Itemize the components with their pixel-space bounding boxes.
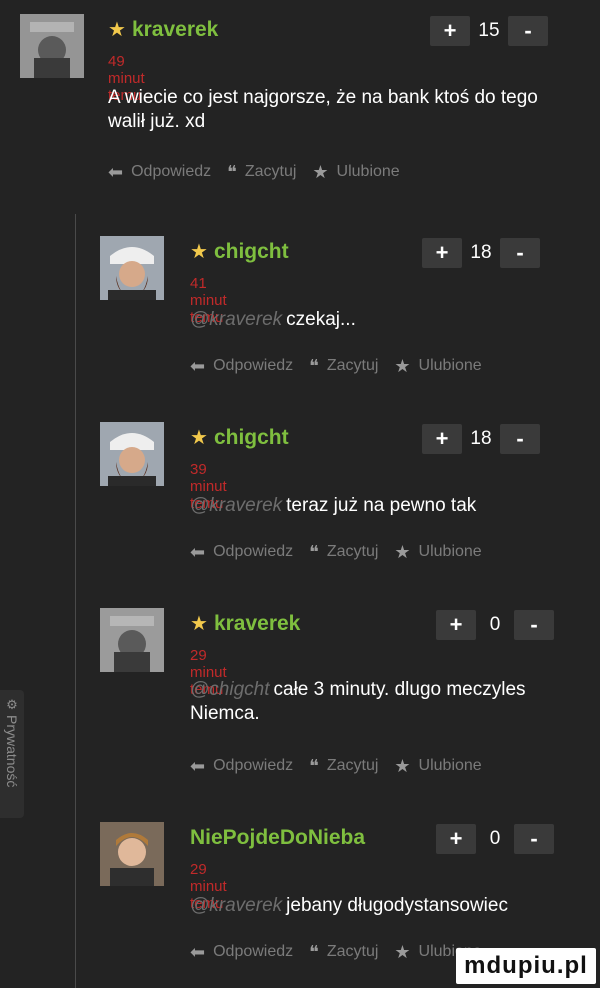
quote-button[interactable]: ❝ Zacytuj — [227, 163, 296, 181]
author-name[interactable]: kraverek — [214, 612, 300, 636]
comment-text: @kraverek jebany długodystansowiec — [190, 894, 580, 918]
star-icon: ★ — [394, 356, 411, 376]
quote-icon: ❝ — [309, 942, 319, 962]
vote-widget: + 18 - — [422, 238, 540, 268]
downvote-button[interactable]: - — [500, 238, 540, 268]
vote-widget: + 15 - — [430, 16, 548, 46]
privacy-label: Prywatność — [4, 715, 20, 788]
reply-button[interactable]: ⬅ Odpowiedz — [190, 543, 293, 561]
quote-icon: ❝ — [309, 356, 319, 376]
comment-text: @chigcht całe 3 minuty. dlugo meczyles Ni… — [190, 678, 580, 726]
comment-actions: ⬅ Odpowiedz ❝ Zacytuj ★ Ulubione — [108, 162, 416, 182]
comment-text-content: jebany długodystansowiec — [286, 895, 508, 916]
upvote-button[interactable]: + — [430, 16, 470, 46]
vote-count: 18 — [470, 242, 492, 263]
avatar[interactable] — [100, 422, 164, 486]
downvote-button[interactable]: - — [508, 16, 548, 46]
star-icon: ★ — [394, 756, 411, 776]
comment-actions: ⬅ Odpowiedz ❝ Zacytuj ★ Ulubione — [190, 942, 498, 962]
upvote-button[interactable]: + — [422, 238, 462, 268]
star-icon: ★ — [312, 162, 329, 182]
comment-text: @kraverek teraz już na pewno tak — [190, 494, 580, 518]
reply-icon: ⬅ — [190, 356, 206, 376]
vote-widget: + 0 - — [436, 610, 554, 640]
vote-widget: + 18 - — [422, 424, 540, 454]
mention-link[interactable]: @kraverek — [190, 495, 282, 516]
watermark-logo: mdupiu.pl — [456, 948, 596, 984]
reply-icon: ⬅ — [190, 942, 206, 962]
quote-button[interactable]: ❝ Zacytuj — [309, 757, 378, 775]
star-icon: ★ — [394, 942, 411, 962]
favorite-button[interactable]: ★ Ulubione — [394, 757, 481, 775]
comment-text-content: czekaj... — [286, 309, 356, 330]
mention-link[interactable]: @chigcht — [190, 679, 270, 700]
comment-text-content: teraz już na pewno tak — [286, 495, 477, 516]
upvote-button[interactable]: + — [436, 610, 476, 640]
author-name[interactable]: NiePojdeDoNieba — [190, 826, 365, 850]
favorite-button[interactable]: ★ Ulubione — [312, 163, 399, 181]
comment-actions: ⬅ Odpowiedz ❝ Zacytuj ★ Ulubione — [190, 542, 498, 562]
vote-count: 18 — [470, 428, 492, 449]
vote-widget: + 0 - — [436, 824, 554, 854]
downvote-button[interactable]: - — [514, 610, 554, 640]
avatar[interactable] — [100, 236, 164, 300]
author-name[interactable]: chigcht — [214, 426, 289, 450]
downvote-button[interactable]: - — [514, 824, 554, 854]
comment-text: @kraverek czekaj... — [190, 308, 580, 332]
author-name[interactable]: chigcht — [214, 240, 289, 264]
reply-button[interactable]: ⬅ Odpowiedz — [108, 163, 211, 181]
gear-icon: ⚙ — [6, 697, 18, 712]
quote-button[interactable]: ❝ Zacytuj — [309, 543, 378, 561]
favorite-button[interactable]: ★ Ulubione — [394, 357, 481, 375]
vote-count: 0 — [489, 828, 501, 849]
avatar[interactable] — [100, 822, 164, 886]
reply-button[interactable]: ⬅ Odpowiedz — [190, 757, 293, 775]
upvote-button[interactable]: + — [436, 824, 476, 854]
quote-icon: ❝ — [309, 542, 319, 562]
upvote-button[interactable]: + — [422, 424, 462, 454]
vote-count: 15 — [478, 20, 500, 41]
comment-actions: ⬅ Odpowiedz ❝ Zacytuj ★ Ulubione — [190, 356, 498, 376]
downvote-button[interactable]: - — [500, 424, 540, 454]
reply-icon: ⬅ — [190, 756, 206, 776]
avatar[interactable] — [20, 14, 84, 78]
quote-button[interactable]: ❝ Zacytuj — [309, 357, 378, 375]
thread-line — [75, 214, 76, 988]
comment-text-content: A wiecie co jest najgorsze, że na bank k… — [108, 87, 538, 132]
comment-actions: ⬅ Odpowiedz ❝ Zacytuj ★ Ulubione — [190, 756, 498, 776]
star-icon: ★ — [108, 19, 126, 41]
quote-icon: ❝ — [309, 756, 319, 776]
vote-count: 0 — [489, 614, 501, 635]
star-icon: ★ — [190, 613, 208, 635]
star-icon: ★ — [190, 241, 208, 263]
mention-link[interactable]: @kraverek — [190, 895, 282, 916]
privacy-tab[interactable]: ⚙ Prywatność — [0, 690, 24, 818]
reply-icon: ⬅ — [190, 542, 206, 562]
star-icon: ★ — [394, 542, 411, 562]
reply-button[interactable]: ⬅ Odpowiedz — [190, 943, 293, 961]
comment-text: A wiecie co jest najgorsze, że na bank k… — [108, 86, 548, 134]
reply-button[interactable]: ⬅ Odpowiedz — [190, 357, 293, 375]
avatar[interactable] — [100, 608, 164, 672]
star-icon: ★ — [190, 427, 208, 449]
quote-button[interactable]: ❝ Zacytuj — [309, 943, 378, 961]
author-name[interactable]: kraverek — [132, 18, 218, 42]
mention-link[interactable]: @kraverek — [190, 309, 282, 330]
reply-icon: ⬅ — [108, 162, 124, 182]
quote-icon: ❝ — [227, 162, 237, 182]
favorite-button[interactable]: ★ Ulubione — [394, 543, 481, 561]
